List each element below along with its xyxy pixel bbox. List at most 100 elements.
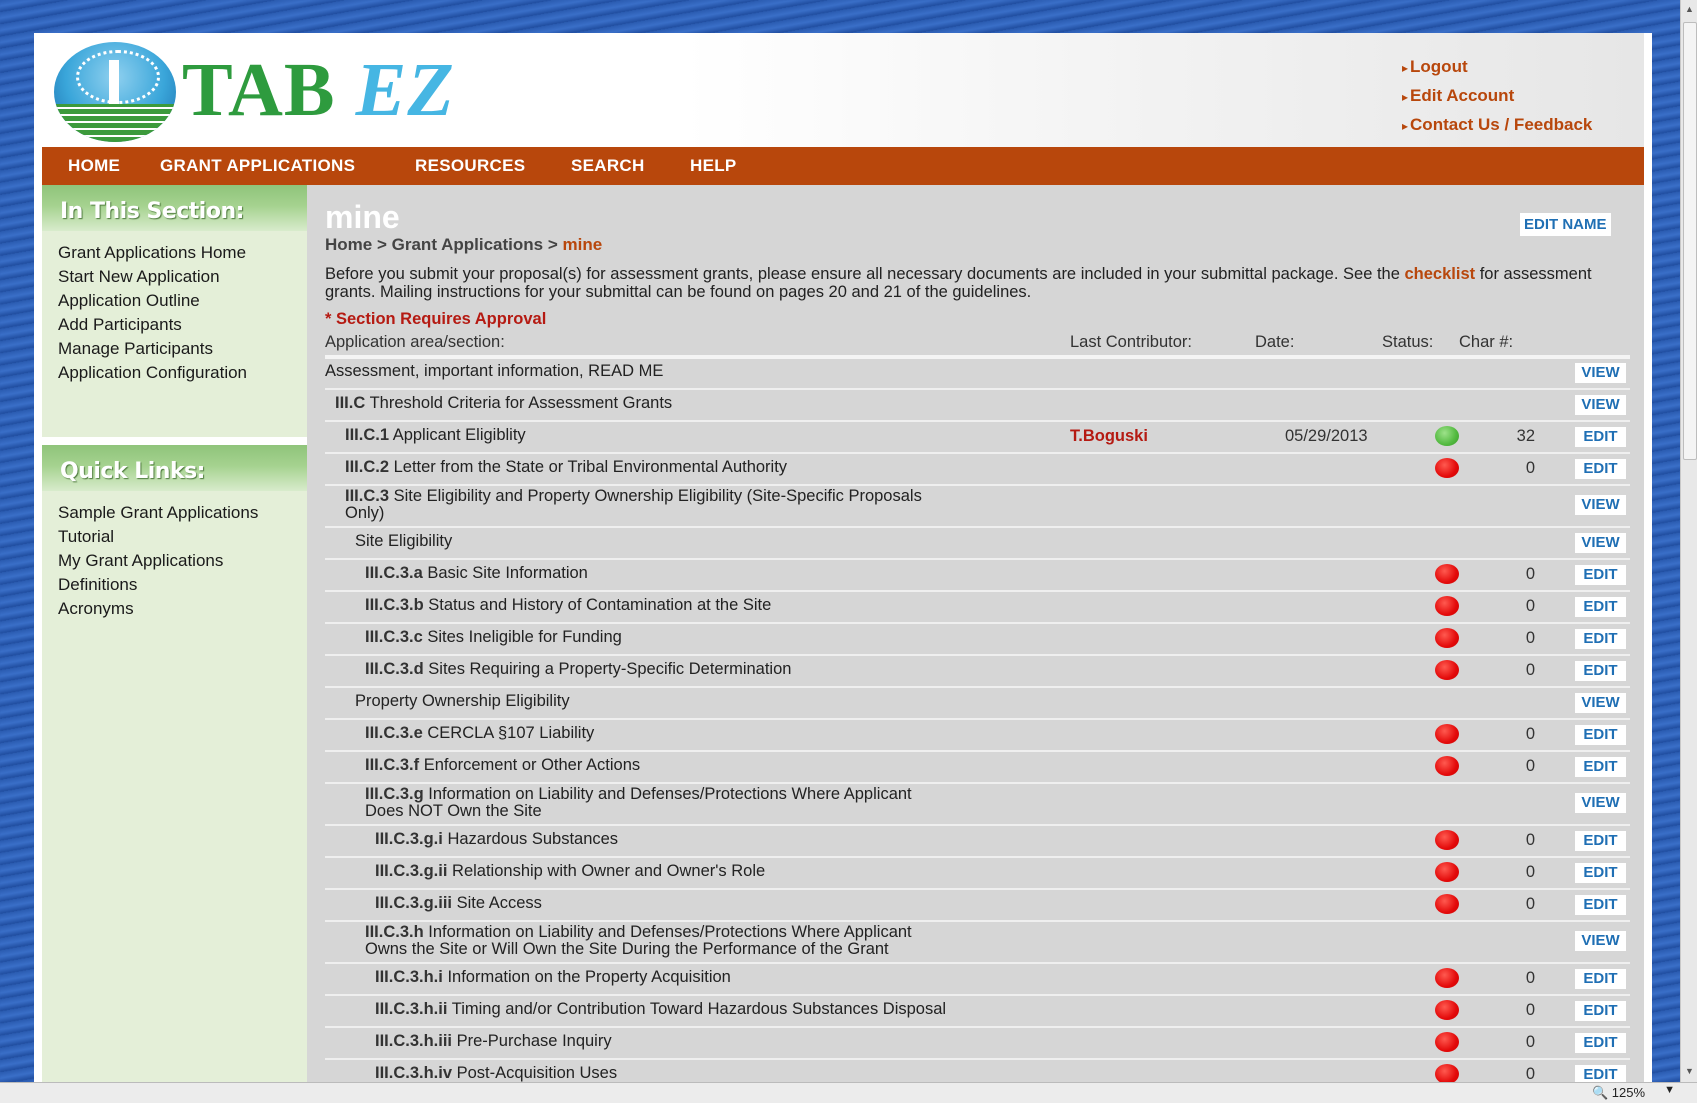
row-title[interactable]: III.C.3.g.i Hazardous Substances	[375, 831, 618, 848]
sidebar-item-add-participants[interactable]: Add Participants	[58, 313, 307, 337]
edit-account-link[interactable]: Edit Account	[1402, 82, 1592, 111]
view-button[interactable]: VIEW	[1575, 363, 1626, 383]
edit-button[interactable]: EDIT	[1575, 831, 1626, 851]
view-button[interactable]: VIEW	[1575, 533, 1626, 553]
edit-button[interactable]: EDIT	[1575, 863, 1626, 883]
row-char-count: 0	[1525, 1065, 1535, 1083]
row-label-continued: Owns the Site or Will Own the Site Durin…	[365, 940, 889, 958]
row-title[interactable]: III.C.3.c Sites Ineligible for Funding	[365, 629, 622, 646]
row-char-count: 0	[1525, 661, 1535, 679]
edit-button[interactable]: EDIT	[1575, 1001, 1626, 1021]
scroll-down-icon[interactable]: ▼	[1685, 1066, 1694, 1076]
edit-button[interactable]: EDIT	[1575, 661, 1626, 681]
nav-search[interactable]: SEARCH	[571, 156, 645, 176]
table-row: Assessment, important information, READ …	[325, 358, 1630, 390]
edit-button[interactable]: EDIT	[1575, 427, 1626, 447]
edit-button[interactable]: EDIT	[1575, 757, 1626, 777]
vertical-scrollbar[interactable]: ▲ ▼	[1680, 0, 1697, 1082]
row-code: III.C.3.g.ii	[375, 862, 448, 880]
breadcrumb-home[interactable]: Home	[325, 235, 372, 254]
nav-resources[interactable]: RESOURCES	[415, 156, 525, 176]
row-label: Applicant Eligiblity	[392, 426, 526, 444]
row-label: Pre-Purchase Inquiry	[456, 1032, 612, 1050]
row-label: Site Access	[456, 894, 542, 912]
edit-button[interactable]: EDIT	[1575, 629, 1626, 649]
row-title[interactable]: Site Eligibility	[355, 533, 452, 550]
status-incomplete-icon	[1435, 628, 1459, 648]
sidebar: In This Section: Grant Applications Home…	[42, 185, 307, 1083]
row-title[interactable]: III.C.3.g.iii Site Access	[375, 895, 542, 912]
status-incomplete-icon	[1435, 1064, 1459, 1083]
edit-button[interactable]: EDIT	[1575, 1065, 1626, 1083]
row-contributor[interactable]: T.Boguski	[1070, 427, 1148, 446]
status-incomplete-icon	[1435, 894, 1459, 914]
table-row: III.C.1 Applicant Eligiblity T.Boguski 05/…	[325, 422, 1630, 454]
row-title[interactable]: III.C.3.a Basic Site Information	[365, 565, 588, 582]
row-title[interactable]: Assessment, important information, READ …	[325, 363, 663, 380]
zoom-level[interactable]: 🔍 125%	[1592, 1085, 1645, 1101]
row-title[interactable]: III.C.3.h.i Information on the Property …	[375, 969, 731, 986]
row-date: 05/29/2013	[1285, 427, 1368, 445]
edit-button[interactable]: EDIT	[1575, 725, 1626, 745]
row-title[interactable]: III.C.2 Letter from the State or Tribal …	[345, 459, 787, 476]
table-row: III.C.3.a Basic Site Information 0 EDIT	[325, 560, 1630, 592]
sidebar-item-application-outline[interactable]: Application Outline	[58, 289, 307, 313]
row-title[interactable]: III.C.3.h.ii Timing and/or Contribution …	[375, 1001, 946, 1018]
row-title[interactable]: III.C Threshold Criteria for Assessment …	[335, 395, 672, 412]
view-button[interactable]: VIEW	[1575, 793, 1626, 813]
breadcrumb-grant-applications[interactable]: Grant Applications	[392, 235, 543, 254]
edit-button[interactable]: EDIT	[1575, 597, 1626, 617]
row-title[interactable]: III.C.1 Applicant Eligiblity	[345, 427, 526, 444]
nav-help[interactable]: HELP	[690, 156, 737, 176]
zoom-dropdown-icon[interactable]: ▼	[1664, 1084, 1675, 1096]
scroll-up-icon[interactable]: ▲	[1685, 4, 1694, 14]
view-button[interactable]: VIEW	[1575, 931, 1626, 951]
quick-link-sample-grant-applications[interactable]: Sample Grant Applications	[58, 501, 307, 525]
row-title[interactable]: III.C.3.e CERCLA §107 Liability	[365, 725, 594, 742]
nav-home[interactable]: HOME	[68, 156, 120, 176]
quick-link-definitions[interactable]: Definitions	[58, 573, 307, 597]
edit-button[interactable]: EDIT	[1575, 565, 1626, 585]
row-title[interactable]: Property Ownership Eligibility	[355, 693, 570, 710]
view-button[interactable]: VIEW	[1575, 495, 1626, 515]
edit-button[interactable]: EDIT	[1575, 1033, 1626, 1053]
row-title[interactable]: III.C.3 Site Eligibility and Property Ow…	[345, 488, 922, 522]
logout-link[interactable]: Logout	[1402, 53, 1592, 82]
row-code: III.C.3.h.iii	[375, 1032, 453, 1050]
row-label: Threshold Criteria for Assessment Grants	[369, 394, 673, 412]
contact-feedback-link[interactable]: Contact Us / Feedback	[1402, 111, 1592, 140]
sidebar-item-application-configuration[interactable]: Application Configuration	[58, 361, 307, 385]
view-button[interactable]: VIEW	[1575, 693, 1626, 713]
table-row: III.C.3.h.iv Post-Acquisition Uses 0 EDIT	[325, 1060, 1630, 1083]
checklist-link[interactable]: checklist	[1405, 265, 1476, 283]
col-header-date: Date:	[1255, 333, 1295, 351]
row-code: III.C.3.h.ii	[375, 1000, 448, 1018]
row-title[interactable]: III.C.3.g Information on Liability and D…	[365, 786, 912, 820]
row-label: Enforcement or Other Actions	[423, 756, 641, 774]
edit-button[interactable]: EDIT	[1575, 459, 1626, 479]
edit-name-button[interactable]: EDIT NAME	[1520, 213, 1611, 236]
table-row: III.C.3.d Sites Requiring a Property-Spe…	[325, 656, 1630, 688]
edit-button[interactable]: EDIT	[1575, 969, 1626, 989]
row-title[interactable]: III.C.3.d Sites Requiring a Property-Spe…	[365, 661, 791, 678]
row-title[interactable]: III.C.3.g.ii Relationship with Owner and…	[375, 863, 765, 880]
site-logo[interactable]: TAB EZ	[182, 47, 455, 134]
quick-link-acronyms[interactable]: Acronyms	[58, 597, 307, 621]
row-title[interactable]: III.C.3.f Enforcement or Other Actions	[365, 757, 640, 774]
edit-button[interactable]: EDIT	[1575, 895, 1626, 915]
row-char-count: 0	[1525, 459, 1535, 477]
quick-link-tutorial[interactable]: Tutorial	[58, 525, 307, 549]
row-title[interactable]: III.C.3.h.iii Pre-Purchase Inquiry	[375, 1033, 612, 1050]
sidebar-item-manage-participants[interactable]: Manage Participants	[58, 337, 307, 361]
quick-link-my-grant-applications[interactable]: My Grant Applications	[58, 549, 307, 573]
scrollbar-thumb[interactable]	[1683, 22, 1697, 460]
view-button[interactable]: VIEW	[1575, 395, 1626, 415]
sidebar-item-grant-applications-home[interactable]: Grant Applications Home	[58, 241, 307, 265]
status-incomplete-icon	[1435, 1000, 1459, 1020]
nav-grant-applications[interactable]: GRANT APPLICATIONS	[160, 156, 355, 176]
row-title[interactable]: III.C.3.h Information on Liability and D…	[365, 924, 912, 958]
sidebar-item-start-new-application[interactable]: Start New Application	[58, 265, 307, 289]
row-char-count: 0	[1525, 629, 1535, 647]
row-title[interactable]: III.C.3.h.iv Post-Acquisition Uses	[375, 1065, 617, 1082]
row-title[interactable]: III.C.3.b Status and History of Contamin…	[365, 597, 771, 614]
